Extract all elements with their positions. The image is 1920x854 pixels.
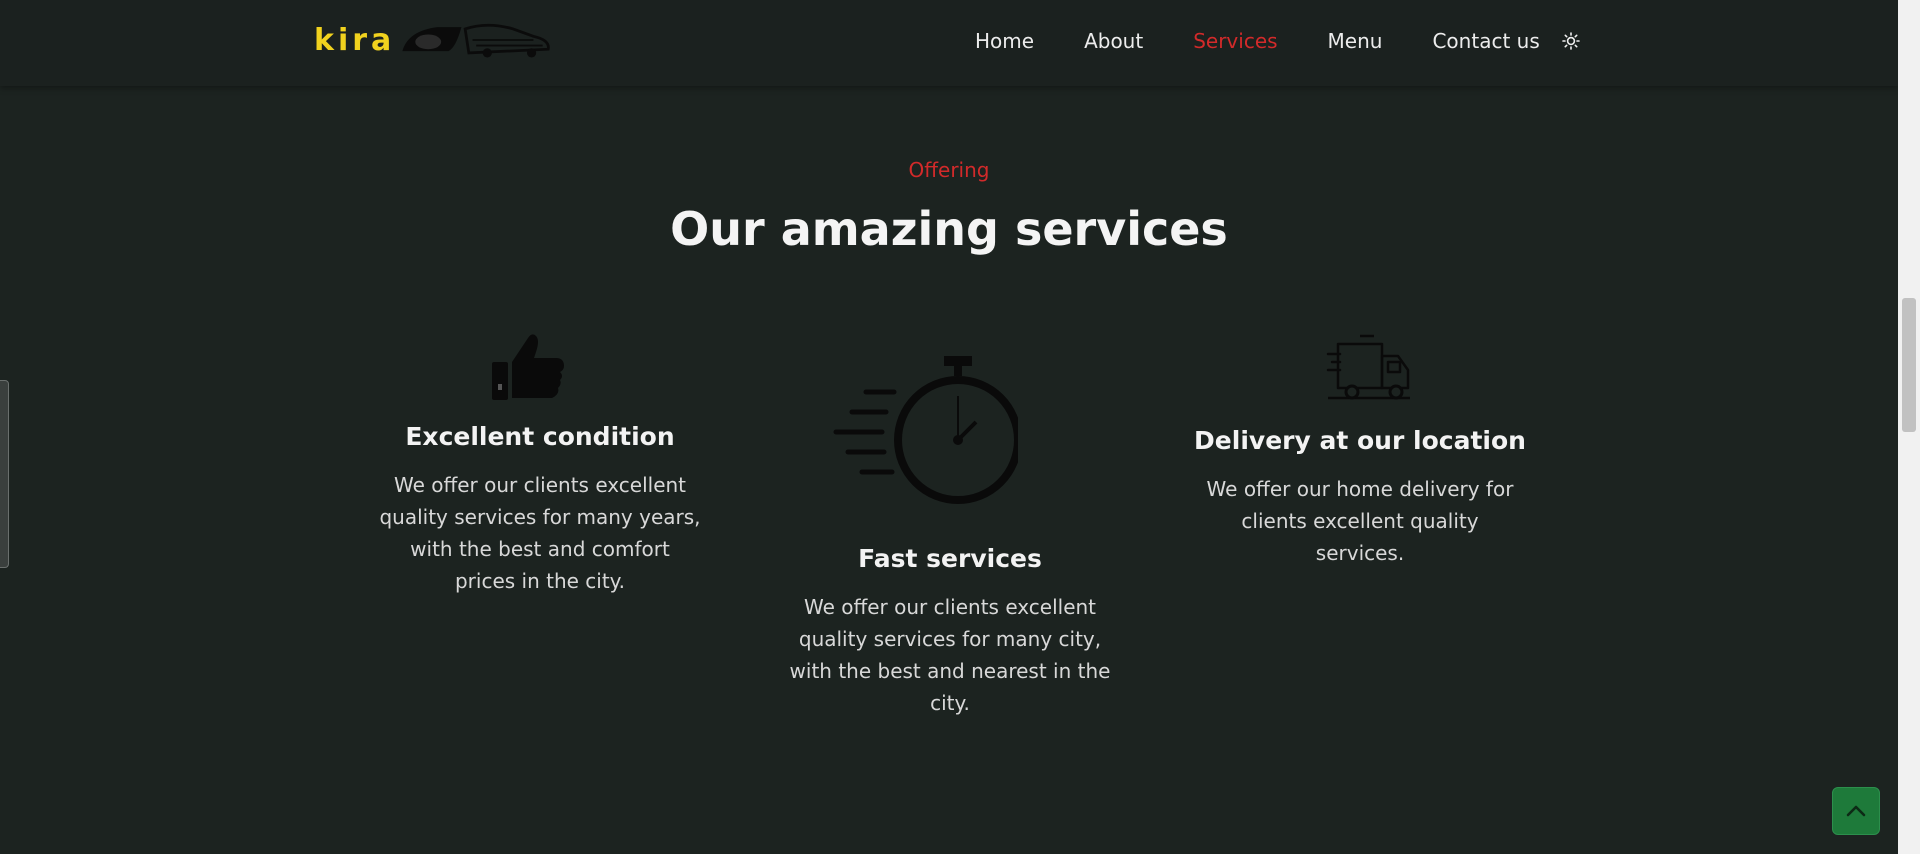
card-line: We offer our home delivery for xyxy=(1206,477,1514,501)
service-card-fast-services: Fast services We offer our clients excel… xyxy=(780,356,1120,716)
card-line: We offer our clients excellent xyxy=(393,473,687,497)
card-line: services. xyxy=(1315,541,1405,565)
card-description: We offer our home delivery for clients e… xyxy=(1190,473,1530,569)
card-line: clients excellent quality xyxy=(1241,509,1479,533)
card-title: Delivery at our location xyxy=(1194,426,1526,455)
card-line: city. xyxy=(930,691,970,715)
site-header: kira Home About Services Menu Contact us xyxy=(0,0,1898,86)
back-to-top-button[interactable] xyxy=(1832,787,1880,835)
card-line: quality services for many years, xyxy=(379,505,701,529)
page-scrollbar[interactable] xyxy=(1898,0,1920,854)
nav-about[interactable]: About xyxy=(1084,29,1143,53)
side-drawer-tab[interactable] xyxy=(0,380,9,568)
card-line: prices in the city. xyxy=(454,569,626,593)
service-card-delivery: Delivery at our location We offer our ho… xyxy=(1190,334,1530,574)
stopwatch-icon xyxy=(833,356,1018,504)
card-line: with the best and nearest in the xyxy=(789,659,1111,683)
card-line: quality services for many city, xyxy=(798,627,1102,651)
service-card-excellent-condition: Excellent condition We offer our clients… xyxy=(370,330,710,610)
section-title: Our amazing services xyxy=(670,202,1228,256)
car-logo-icon xyxy=(402,23,551,58)
delivery-truck-icon xyxy=(1326,334,1410,400)
thumbs-up-icon xyxy=(492,334,564,400)
main-nav: Home About Services Menu Contact us xyxy=(975,24,1580,58)
card-description: We offer our clients excellent quality s… xyxy=(780,591,1120,719)
card-line: We offer our clients excellent xyxy=(803,595,1097,619)
scrollbar-thumb[interactable] xyxy=(1902,298,1916,432)
nav-menu[interactable]: Menu xyxy=(1328,29,1383,53)
card-line: with the best and comfort xyxy=(410,537,670,561)
card-title: Fast services xyxy=(858,544,1042,573)
card-description: We offer our clients excellent quality s… xyxy=(370,469,710,597)
card-title: Excellent condition xyxy=(405,422,675,451)
site-logo[interactable]: kira xyxy=(314,18,554,62)
nav-contact[interactable]: Contact us xyxy=(1432,29,1539,53)
logo-text: kira xyxy=(314,22,396,58)
sun-icon xyxy=(1561,32,1580,50)
theme-toggle[interactable] xyxy=(1561,32,1580,50)
chevron-up-icon xyxy=(1846,805,1866,817)
nav-services[interactable]: Services xyxy=(1193,29,1277,53)
section-eyebrow: Offering xyxy=(908,158,990,182)
nav-home[interactable]: Home xyxy=(975,29,1034,53)
